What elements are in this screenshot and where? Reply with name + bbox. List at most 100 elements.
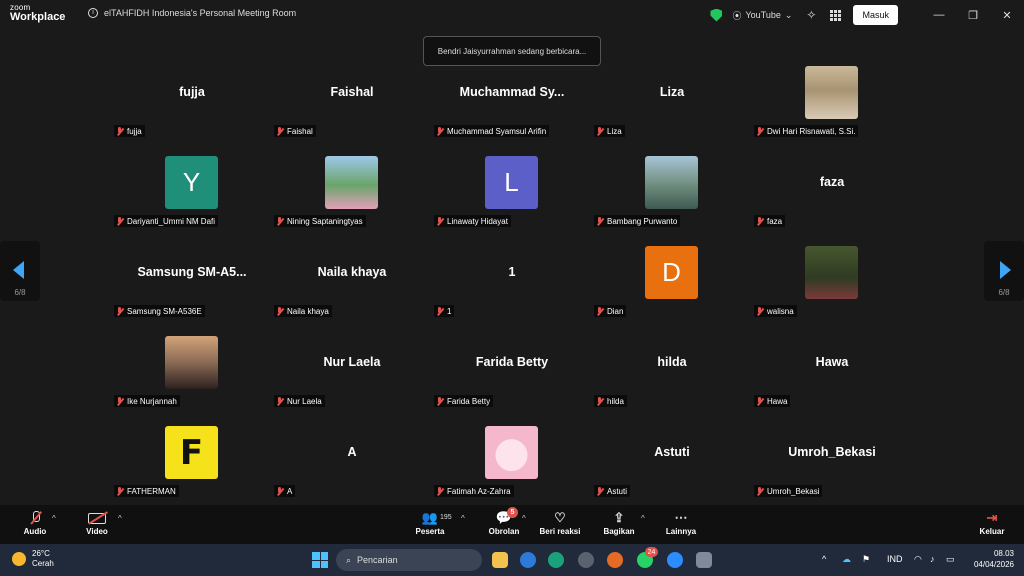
participant-name: Nining Saptaningtyas [287, 216, 363, 226]
participant-display-name: 1 [508, 265, 516, 279]
participant-display-name: Astuti [654, 445, 690, 459]
encryption-shield-icon[interactable] [710, 8, 723, 22]
participant-tile[interactable]: Dwi Hari Risnawati, S.Si. [752, 64, 912, 154]
chat-options-caret-icon[interactable]: ^ [522, 514, 526, 523]
restore-icon[interactable]: ❐ [956, 9, 990, 22]
apps-grid-icon[interactable] [830, 9, 842, 21]
obs-icon[interactable] [578, 552, 594, 568]
taskbar-search[interactable]: ⌕ Pencarian [336, 549, 482, 571]
wifi-icon[interactable]: ◠ [914, 554, 922, 565]
participant-tile[interactable]: Nur Laela Nur Laela [272, 334, 432, 424]
video-label: Video [86, 527, 108, 536]
avatar-logo: F [165, 426, 218, 479]
participant-tile[interactable]: L Linawaty Hidayat [432, 154, 592, 244]
onedrive-icon[interactable]: ☁ [842, 554, 851, 565]
participant-tile[interactable]: hilda hilda [592, 334, 752, 424]
language-indicator[interactable]: IND [887, 554, 903, 564]
participant-tile[interactable]: Y Dariyanti_Ummi NM Dafi [112, 154, 272, 244]
copilot-icon[interactable] [520, 552, 536, 568]
audio-button[interactable]: Audio [20, 509, 50, 536]
profile-photo [805, 246, 858, 299]
battery-icon[interactable]: ▭ [946, 554, 955, 565]
participant-tile[interactable]: Faishal Faishal [272, 64, 432, 154]
ai-companion-icon[interactable]: ✧ [806, 8, 816, 22]
tray-app-icon[interactable]: ⚑ [862, 554, 870, 565]
reactions-label: Beri reaksi [539, 527, 581, 536]
share-source-dropdown[interactable]: ⦿ YouTube ⌄ [732, 9, 792, 22]
video-options-caret-icon[interactable]: ^ [118, 514, 122, 523]
participant-tile[interactable]: Muchammad Sy... Muchammad Syamsul Arifin [432, 64, 592, 154]
clock-date: 04/04/2026 [973, 559, 1014, 569]
participant-tile[interactable]: Ike Nurjannah [112, 334, 272, 424]
participant-label: Ike Nurjannah [114, 395, 180, 407]
participant-tile[interactable]: A A [272, 424, 432, 514]
weather-widget[interactable]: 26°C Cerah [12, 549, 54, 568]
file-explorer-icon[interactable] [492, 552, 508, 568]
firefox-icon[interactable] [607, 552, 623, 568]
next-page-button[interactable]: 6/8 [984, 241, 1024, 301]
system-clock[interactable]: 08.03 04/04/2026 [974, 549, 1014, 571]
participant-label: Nur Laela [274, 395, 325, 407]
participant-tile[interactable]: faza faza [752, 154, 912, 244]
participant-label: Naila khaya [274, 305, 332, 317]
participant-tile[interactable]: walisna [752, 244, 912, 334]
leave-button[interactable]: ⇥ Keluar [976, 509, 1008, 536]
search-placeholder: Pencarian [357, 555, 398, 565]
participant-tile[interactable]: 1 1 [432, 244, 592, 334]
participant-display-name: Muchammad Sy... [459, 85, 565, 99]
participant-label: Dariyanti_Ummi NM Dafi [114, 215, 219, 227]
participant-display-name: Nur Laela [323, 355, 381, 369]
participant-tile[interactable]: Naila khaya Naila khaya [272, 244, 432, 334]
participant-tile[interactable]: Samsung SM-A5... Samsung SM-A536E [112, 244, 272, 334]
reactions-button[interactable]: ♡ Beri reaksi [538, 509, 582, 536]
heart-icon: ♡ [554, 510, 566, 525]
sign-in-button[interactable]: Masuk [853, 5, 898, 25]
participant-name: walisna [767, 306, 794, 316]
meeting-controls-toolbar: Audio ^ Video ^ 👥 Peserta 195 ^ 💬 5 Obrol… [0, 505, 1024, 544]
participants-options-caret-icon[interactable]: ^ [461, 514, 465, 523]
avatar-letter: D [645, 246, 698, 299]
chat-button[interactable]: 💬 5 Obrolan [486, 507, 522, 536]
participant-tile[interactable]: F FATHERMAN [112, 424, 272, 514]
audio-options-caret-icon[interactable]: ^ [52, 514, 56, 523]
windows-start-icon[interactable] [312, 552, 328, 568]
mic-muted-icon [116, 486, 124, 496]
show-hidden-icons-icon[interactable]: ^ [822, 554, 826, 564]
participant-name: Liza [607, 126, 622, 136]
video-button[interactable]: Video [82, 509, 112, 536]
participant-label: Liza [594, 125, 625, 137]
participant-tile[interactable]: Astuti Astuti [592, 424, 752, 514]
zoom-workplace-logo: zoom Workplace [10, 4, 65, 23]
participant-tile[interactable]: D Dian [592, 244, 752, 334]
participant-tile[interactable]: Hawa Hawa [752, 334, 912, 424]
participant-tile[interactable]: Nining Saptaningtyas [272, 154, 432, 244]
participant-name: Dian [607, 306, 624, 316]
share-button[interactable]: ⇪ Bagikan [602, 509, 636, 536]
participant-tile[interactable]: Bambang Purwanto [592, 154, 752, 244]
more-button[interactable]: ⋯ Lainnya [664, 509, 698, 536]
participants-count: 195 [440, 514, 452, 521]
search-icon: ⌕ [346, 554, 352, 565]
profile-photo [805, 66, 858, 119]
participant-name: hilda [607, 396, 624, 406]
meeting-info[interactable]: i elTAHFIDH Indonesia's Personal Meeting… [88, 8, 296, 18]
window-app-icon[interactable] [696, 552, 712, 568]
participant-tile[interactable]: Fatimah Az-Zahra [432, 424, 592, 514]
participant-label: Bambang Purwanto [594, 215, 681, 227]
participant-tile[interactable]: Farida Betty Farida Betty [432, 334, 592, 424]
edge-icon[interactable] [548, 552, 564, 568]
share-options-caret-icon[interactable]: ^ [641, 514, 645, 523]
mic-muted-icon [116, 216, 124, 226]
previous-page-button[interactable]: 6/8 [0, 241, 40, 301]
participant-display-name: fujja [179, 85, 205, 99]
participant-tile[interactable]: Liza Liza [592, 64, 752, 154]
info-icon[interactable]: i [88, 8, 98, 18]
participant-tile[interactable]: fujja fujja [112, 64, 272, 154]
participant-tile[interactable]: Umroh_Bekasi Umroh_Bekasi [752, 424, 912, 514]
mic-muted-icon [756, 486, 764, 496]
close-icon[interactable]: ✕ [990, 9, 1024, 22]
participant-display-name: Hawa [815, 355, 849, 369]
minimize-icon[interactable]: — [922, 9, 956, 21]
volume-icon[interactable]: ♪ [930, 554, 935, 564]
zoom-icon[interactable] [667, 552, 683, 568]
